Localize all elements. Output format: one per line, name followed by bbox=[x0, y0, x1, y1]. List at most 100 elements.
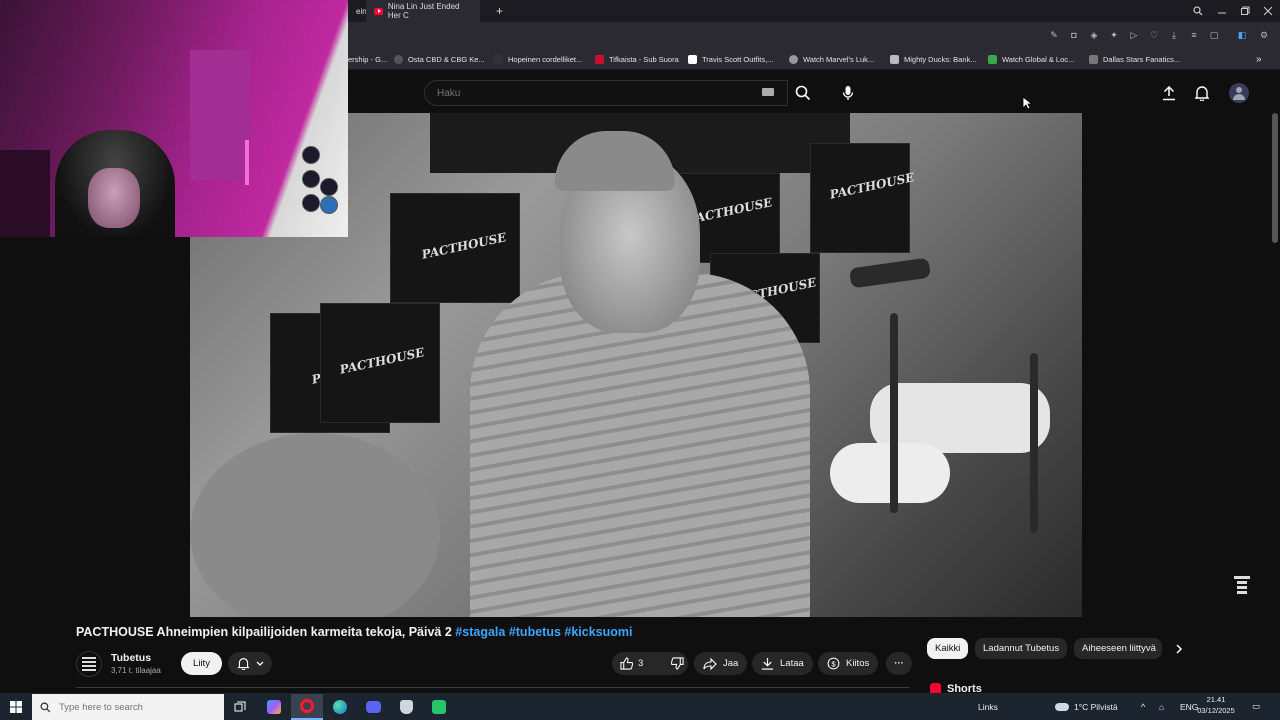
svg-text:$: $ bbox=[831, 659, 835, 668]
edit-icon[interactable]: ✎ bbox=[1048, 29, 1060, 41]
edge-icon bbox=[333, 700, 347, 714]
bookmark-item[interactable]: Dallas Stars Fanatics... bbox=[1089, 48, 1180, 70]
channel-avatar[interactable] bbox=[76, 651, 102, 677]
bookmark-item[interactable]: Watch Marvel's Luk... bbox=[789, 48, 874, 70]
chair-leg bbox=[890, 313, 898, 513]
account-avatar[interactable] bbox=[1229, 83, 1249, 103]
heart-icon[interactable]: ♡ bbox=[1148, 29, 1160, 41]
site-icon bbox=[595, 54, 604, 64]
page-scrollbar[interactable] bbox=[1272, 113, 1278, 243]
search-icon bbox=[795, 85, 811, 101]
hashtag-link[interactable]: #stagala bbox=[455, 625, 505, 639]
copilot-icon bbox=[267, 700, 281, 714]
new-tab-button[interactable]: + bbox=[488, 0, 506, 22]
bookmarks-overflow-icon[interactable]: » bbox=[1256, 48, 1262, 70]
decor-ball bbox=[320, 178, 338, 196]
decor-ball bbox=[302, 146, 320, 164]
round-table bbox=[190, 433, 440, 617]
taskbar-app-edge[interactable] bbox=[324, 694, 356, 720]
search-button[interactable] bbox=[788, 80, 818, 106]
download-icon bbox=[761, 657, 774, 670]
browser-search-icon[interactable] bbox=[1186, 0, 1210, 22]
network-icon[interactable]: ⌂ bbox=[1159, 693, 1164, 720]
extension-icon[interactable]: ✦ bbox=[1108, 29, 1120, 41]
chip-all[interactable]: Kaikki bbox=[927, 638, 969, 659]
chip-uploaded-by[interactable]: Ladannut Tubetus bbox=[975, 638, 1068, 659]
upload-button[interactable] bbox=[1159, 83, 1179, 103]
hashtag-link[interactable]: #kicksuomi bbox=[564, 625, 632, 639]
led-strip bbox=[245, 140, 249, 185]
section-divider bbox=[76, 687, 910, 688]
taskbar-app-opera[interactable] bbox=[291, 694, 323, 720]
taskbar-app[interactable] bbox=[390, 694, 422, 720]
site-icon bbox=[688, 54, 697, 64]
taskbar-app-discord[interactable] bbox=[357, 694, 389, 720]
keyboard-icon[interactable] bbox=[762, 88, 774, 96]
bookmark-item[interactable]: Osta CBD & CBG Ke... bbox=[394, 48, 485, 70]
restore-icon[interactable] bbox=[1233, 0, 1257, 22]
taskbar-app[interactable] bbox=[258, 694, 290, 720]
chips-next-button[interactable] bbox=[1170, 640, 1188, 658]
weather-widget[interactable]: 1°C Pilvistä bbox=[1055, 693, 1118, 720]
bookmark-item[interactable]: Tifkaista - Sub Suora bbox=[595, 48, 679, 70]
bookmark-item[interactable]: ership - G... bbox=[348, 48, 387, 70]
mouse-cursor-icon bbox=[1022, 96, 1032, 110]
site-icon bbox=[1089, 54, 1098, 64]
site-icon bbox=[890, 54, 899, 64]
chevron-right-icon bbox=[1176, 644, 1183, 654]
notifications-button[interactable] bbox=[1192, 83, 1212, 103]
download-button[interactable]: Lataa bbox=[752, 652, 813, 675]
voice-search-button[interactable] bbox=[834, 80, 862, 106]
links-toolbar[interactable]: Links bbox=[978, 693, 998, 720]
share-button[interactable]: Jaa bbox=[694, 652, 748, 675]
taskbar-search-input[interactable] bbox=[59, 701, 219, 713]
camera-icon[interactable]: ◘ bbox=[1068, 29, 1080, 41]
download-icon[interactable]: ⤓ bbox=[1168, 29, 1180, 41]
green-app-icon bbox=[432, 700, 446, 714]
site-icon bbox=[494, 54, 503, 64]
play-icon[interactable]: ▷ bbox=[1128, 29, 1140, 41]
like-button[interactable]: 3 bbox=[612, 652, 651, 675]
taskbar-app[interactable] bbox=[423, 694, 455, 720]
globe-icon bbox=[394, 54, 403, 64]
youtube-favicon-icon bbox=[374, 7, 383, 15]
tray-overflow-icon[interactable]: ^ bbox=[1141, 693, 1145, 720]
thanks-icon: $ bbox=[827, 657, 840, 670]
decor-ball bbox=[320, 196, 338, 214]
thanks-button[interactable]: $ Kiitos bbox=[818, 652, 879, 675]
taskbar-clock[interactable]: 21.41 03/12/2025 bbox=[1196, 694, 1236, 716]
bookmark-item[interactable]: Hopeinen cordelliket... bbox=[494, 48, 582, 70]
notifications-icon[interactable]: ▭ bbox=[1252, 693, 1260, 720]
channel-name[interactable]: Tubetus bbox=[111, 652, 151, 664]
more-actions-button[interactable]: ··· bbox=[886, 652, 912, 675]
settings-icon[interactable]: ⚙ bbox=[1258, 29, 1270, 41]
dislike-button[interactable] bbox=[663, 652, 692, 675]
task-view-button[interactable] bbox=[224, 694, 256, 720]
upload-icon bbox=[1163, 85, 1175, 101]
bookmark-item[interactable]: Mighty Ducks: Bank... bbox=[890, 48, 977, 70]
search-input[interactable] bbox=[437, 87, 737, 99]
join-button[interactable]: Liity bbox=[181, 652, 222, 675]
windows-logo-icon bbox=[10, 700, 22, 713]
task-view-icon bbox=[234, 701, 246, 712]
search-box bbox=[424, 80, 788, 106]
bookmark-item[interactable]: Travis Scott Outfits,... bbox=[688, 48, 773, 70]
close-window-icon[interactable] bbox=[1256, 0, 1280, 22]
hashtag-link[interactable]: #tubetus bbox=[509, 625, 561, 639]
browser-tab[interactable]: ein bbox=[348, 0, 367, 22]
product-box: PACTHOUSE bbox=[320, 303, 440, 423]
lock-icon[interactable]: ▢ bbox=[1208, 29, 1220, 41]
sidebar-icon[interactable]: ◧ bbox=[1236, 29, 1248, 41]
video-title: PACTHOUSE Ahneimpien kilpailijoiden karm… bbox=[76, 625, 633, 639]
minimize-icon[interactable] bbox=[1210, 0, 1234, 22]
subscriber-count: 3,71 t. tilaajaa bbox=[111, 666, 161, 675]
bookmark-item[interactable]: Watch Global & Loc... bbox=[988, 48, 1074, 70]
microphone-icon bbox=[842, 86, 854, 100]
menu-icon[interactable]: ≡ bbox=[1188, 29, 1200, 41]
chip-related[interactable]: Aiheeseen liittyvä bbox=[1074, 638, 1162, 659]
start-button[interactable] bbox=[0, 693, 32, 720]
browser-tab-active[interactable]: Nina Lin Just Ended Her C bbox=[366, 0, 480, 22]
subscription-bell-button[interactable] bbox=[228, 652, 272, 675]
shield-icon[interactable]: ◈ bbox=[1088, 29, 1100, 41]
product-box: PACTHOUSE bbox=[390, 193, 520, 303]
